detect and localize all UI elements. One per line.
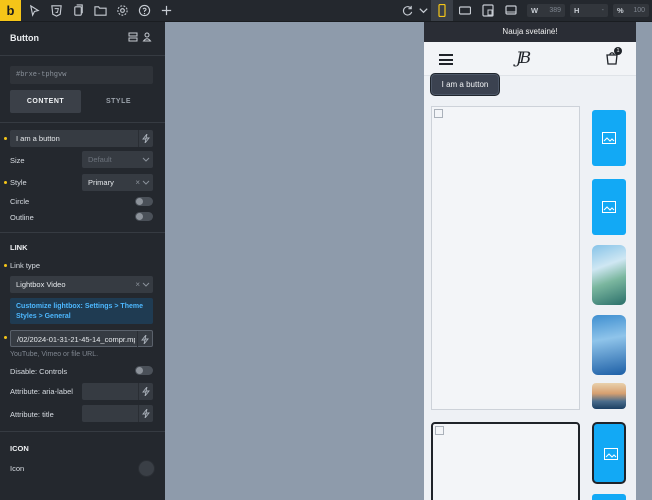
dynamic-data-icon[interactable]	[138, 405, 153, 422]
changed-indicator	[4, 181, 7, 184]
style-label: Style	[10, 178, 27, 187]
image-placeholder-icon	[435, 426, 444, 435]
video-url-hint: YouTube, Vimeo or file URL.	[10, 351, 99, 358]
gallery-thumb[interactable]	[592, 422, 626, 484]
chevron-down-icon[interactable]	[417, 4, 430, 17]
style-select[interactable]: Primary ×	[82, 174, 153, 191]
mobile-landscape-icon[interactable]	[454, 0, 476, 21]
element-id[interactable]: #brxe-tphgvw	[10, 66, 153, 84]
site-banner: Nauja svetainė!	[424, 22, 636, 42]
zoom-value: 100	[633, 7, 645, 14]
circle-toggle[interactable]	[135, 197, 153, 206]
element-settings-panel: Button #brxe-tphgvw CONTENT STYLE I am a…	[0, 22, 165, 500]
shield-icon[interactable]	[50, 4, 63, 17]
refresh-icon[interactable]	[401, 4, 414, 17]
image-icon	[604, 448, 618, 460]
cart-count-badge: 1	[614, 47, 622, 55]
title-attr-input[interactable]	[82, 405, 153, 422]
lightbox-info-link[interactable]: Customize lightbox: Settings > Theme Sty…	[10, 298, 153, 324]
button-text-input[interactable]: I am a button	[10, 130, 153, 147]
chevron-down-icon	[142, 157, 150, 162]
divider	[0, 55, 165, 56]
disable-controls-toggle[interactable]	[135, 366, 153, 375]
site-header: JB 1	[424, 42, 636, 76]
gear-icon[interactable]	[116, 4, 129, 17]
pages-icon[interactable]	[72, 4, 85, 17]
video-url-input[interactable]: /02/2024-01-31-21-45-14_compr.mp4	[10, 330, 153, 348]
preview-button[interactable]: I am a button	[430, 73, 500, 96]
image-icon	[602, 201, 616, 213]
height-label: H	[574, 6, 580, 15]
gallery-main-image[interactable]	[431, 106, 580, 410]
changed-indicator	[4, 137, 7, 140]
canvas-scrollbar[interactable]	[636, 22, 652, 500]
add-icon[interactable]	[160, 4, 173, 17]
circle-label: Circle	[10, 197, 30, 206]
outline-toggle[interactable]	[135, 212, 153, 221]
tab-style[interactable]: STYLE	[83, 90, 154, 113]
divider	[0, 431, 165, 432]
mobile-portrait-icon[interactable]	[431, 0, 453, 21]
help-icon[interactable]	[138, 4, 151, 17]
button-text-value: I am a button	[16, 134, 60, 143]
size-select[interactable]: Default	[82, 151, 153, 168]
changed-indicator	[4, 264, 7, 267]
style-value: Primary	[88, 178, 114, 187]
video-url-value: /02/2024-01-31-21-45-14_compr.mp4	[17, 335, 135, 344]
width-label: W	[531, 6, 539, 15]
outline-label: Outline	[10, 213, 34, 222]
disable-controls-label: Disable: Controls	[10, 367, 68, 376]
height-value: -	[601, 7, 604, 14]
zoom-label: %	[617, 6, 624, 15]
link-type-label: Link type	[10, 261, 41, 270]
preview-canvas: Nauja svetainė! JB 1 I am a button	[424, 22, 636, 500]
lock-icon[interactable]	[142, 32, 152, 42]
divider	[0, 232, 165, 233]
changed-indicator	[4, 336, 7, 339]
aria-label-input[interactable]	[82, 383, 153, 400]
icon-picker[interactable]	[138, 460, 155, 477]
top-toolbar: b W 389 H - % 100	[0, 0, 652, 22]
image-icon	[602, 132, 616, 144]
title-attr-label: Attribute: title	[10, 410, 54, 419]
width-input[interactable]: W 389	[527, 4, 565, 17]
cursor-icon[interactable]	[28, 4, 41, 17]
chevron-down-icon	[142, 282, 150, 287]
link-type-value: Lightbox Video	[16, 280, 66, 289]
hamburger-icon[interactable]	[439, 54, 453, 65]
width-value: 389	[549, 7, 561, 14]
dynamic-data-icon[interactable]	[137, 331, 152, 348]
link-section-heading[interactable]: LINK	[10, 243, 28, 252]
height-input[interactable]: H -	[570, 4, 608, 17]
divider	[0, 122, 165, 123]
dynamic-data-icon[interactable]	[138, 383, 153, 400]
chevron-down-icon	[142, 180, 150, 185]
gallery-thumb[interactable]	[592, 179, 626, 235]
zoom-input[interactable]: % 100	[613, 4, 649, 17]
brand-logo[interactable]: JB	[516, 48, 542, 70]
folder-icon[interactable]	[94, 4, 107, 17]
gallery-thumb-photo[interactable]	[592, 245, 626, 305]
size-placeholder: Default	[88, 155, 112, 164]
desktop-icon[interactable]	[500, 0, 522, 21]
gallery-main-image[interactable]	[431, 422, 580, 500]
clear-icon[interactable]: ×	[135, 276, 140, 293]
tab-content[interactable]: CONTENT	[10, 90, 81, 113]
link-type-select[interactable]: Lightbox Video ×	[10, 276, 153, 293]
dynamic-data-icon[interactable]	[138, 130, 153, 147]
tablet-portrait-icon[interactable]	[477, 0, 499, 21]
gallery-thumb-photo[interactable]	[592, 315, 626, 375]
gallery-thumb[interactable]	[592, 110, 626, 166]
image-placeholder-icon	[434, 109, 443, 118]
icon-label: Icon	[10, 464, 25, 473]
aria-label-label: Attribute: aria-label	[10, 387, 73, 396]
icon-section-heading[interactable]: ICON	[10, 444, 29, 453]
builder-logo[interactable]: b	[0, 0, 21, 21]
clear-icon[interactable]: ×	[135, 174, 140, 191]
size-label: Size	[10, 156, 25, 165]
gallery-thumb[interactable]	[592, 494, 626, 500]
structure-icon[interactable]	[128, 32, 138, 42]
gallery-thumb-photo[interactable]	[592, 383, 626, 409]
panel-title: Button	[10, 33, 39, 43]
